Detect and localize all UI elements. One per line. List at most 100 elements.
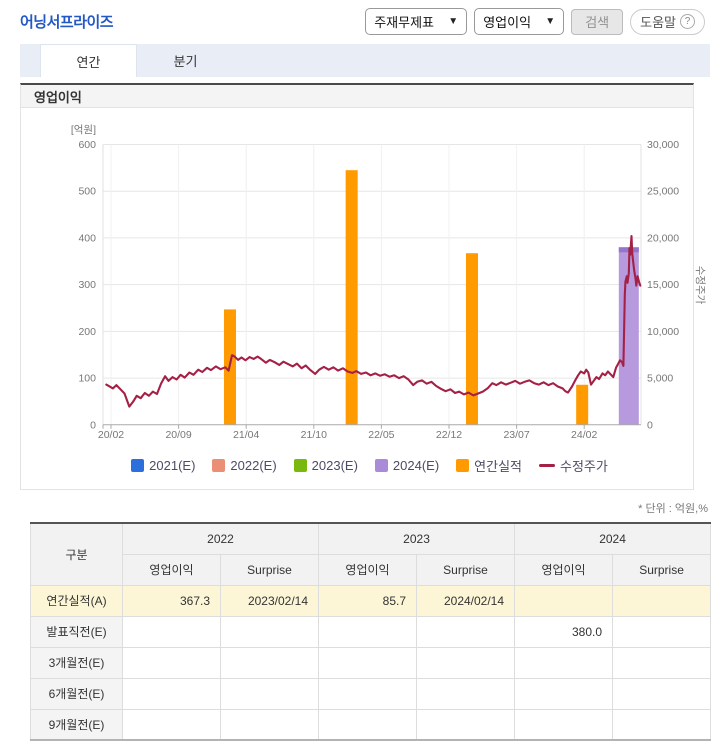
value-cell xyxy=(416,677,516,710)
value-cell xyxy=(514,646,614,679)
metric-header-cell: 영업이익 xyxy=(122,553,221,586)
value-cell xyxy=(318,708,418,741)
metric-header-cell: Surprise xyxy=(612,553,712,586)
value-cell xyxy=(122,708,221,741)
metric-select-value: 영업이익 xyxy=(483,15,532,30)
left-axis-tick-label: 400 xyxy=(78,232,96,244)
legend-item: 2022(E) xyxy=(212,458,277,473)
value-cell xyxy=(514,708,614,741)
tab-annual[interactable]: 연간 xyxy=(40,44,137,77)
help-button[interactable]: 도움말 ? xyxy=(630,8,705,35)
value-cell xyxy=(416,646,516,679)
value-cell xyxy=(514,584,614,617)
row-label-cell: 6개월전(E) xyxy=(30,677,123,710)
legend-item: 연간실적 xyxy=(456,456,522,475)
legend-item: 2024(E) xyxy=(374,458,440,473)
value-cell xyxy=(122,615,221,648)
x-tick-label: 24/02 xyxy=(571,429,597,441)
right-axis-title: 수정주가 xyxy=(694,266,706,305)
legend-item: 수정주가 xyxy=(539,456,608,475)
row-label-cell: 9개월전(E) xyxy=(30,708,123,741)
left-axis-unit-label: [억원] xyxy=(71,124,96,136)
legend-box-swatch xyxy=(212,459,226,472)
x-tick-label: 23/07 xyxy=(503,429,529,441)
value-cell: 2024/02/14 xyxy=(416,584,516,617)
value-cell xyxy=(612,646,712,679)
legend-line-swatch xyxy=(539,464,555,467)
legend-label: 연간실적 xyxy=(474,459,522,474)
value-cell xyxy=(122,646,221,679)
statement-type-select[interactable]: 주재무제표 ▼ xyxy=(365,8,468,35)
metric-header-cell: 영업이익 xyxy=(514,553,614,586)
metric-header-cell: Surprise xyxy=(416,553,516,586)
value-cell xyxy=(318,615,418,648)
legend-box-swatch xyxy=(374,459,388,472)
table-row: 연간실적(A) 367.3 2023/02/14 85.7 2024/02/14 xyxy=(30,584,712,617)
chevron-down-icon: ▼ xyxy=(545,16,556,27)
right-axis-tick-label: 5,000 xyxy=(647,373,673,385)
left-axis-tick-label: 600 xyxy=(78,139,96,151)
tab-strip: 연간 분기 xyxy=(20,44,710,77)
statement-type-value: 주재무제표 xyxy=(374,15,434,30)
legend-label: 2024(E) xyxy=(392,458,440,473)
year-header-cell: 2023 xyxy=(318,522,516,555)
legend-label: 2021(E) xyxy=(149,458,196,473)
right-axis-tick-label: 15,000 xyxy=(647,279,679,291)
right-axis-tick-label: 0 xyxy=(647,419,653,431)
value-cell xyxy=(318,677,418,710)
legend-label: 2022(E) xyxy=(230,458,277,473)
legend-label: 2023(E) xyxy=(311,458,358,473)
value-cell xyxy=(612,615,712,648)
chart-legend: 2021(E) 2022(E) 2023(E) 2024(E) 연간실적 수정주가 xyxy=(46,455,693,483)
legend-box-swatch xyxy=(456,459,470,472)
legend-box-swatch xyxy=(131,459,145,472)
value-cell: 380.0 xyxy=(514,615,614,648)
right-axis-tick-label: 30,000 xyxy=(647,139,679,151)
table-row: 3개월전(E) xyxy=(30,646,712,679)
right-axis-tick-label: 10,000 xyxy=(647,326,679,338)
legend-label: 수정주가 xyxy=(560,459,608,474)
metric-header-cell: 영업이익 xyxy=(318,553,418,586)
x-tick-label: 21/10 xyxy=(301,429,327,441)
chevron-down-icon: ▼ xyxy=(448,16,459,27)
earnings-table: 구분 2022 2023 2024 영업이익 Surprise 영업이익 Surprise 영업… xyxy=(30,522,712,741)
value-cell xyxy=(318,646,418,679)
legend-item: 2023(E) xyxy=(293,458,358,473)
search-button[interactable]: 검색 xyxy=(571,8,624,35)
value-cell: 2023/02/14 xyxy=(219,584,320,617)
value-cell: 85.7 xyxy=(318,584,418,617)
help-button-label: 도움말 xyxy=(640,15,676,30)
year-header-cell: 2022 xyxy=(121,522,320,555)
row-label-cell: 3개월전(E) xyxy=(30,646,123,679)
top-bar: 어닝서프라이즈 주재무제표 ▼ 영업이익 ▼ 검색 도움말 ? xyxy=(0,0,713,44)
value-cell xyxy=(612,584,712,617)
right-axis-tick-label: 25,000 xyxy=(647,186,679,198)
table-row: 9개월전(E) xyxy=(30,708,712,741)
metric-select[interactable]: 영업이익 ▼ xyxy=(474,8,565,35)
tab-quarterly[interactable]: 분기 xyxy=(137,44,234,77)
section-header: 영업이익 xyxy=(21,85,693,108)
value-cell xyxy=(219,677,320,710)
table-row: 발표직전(E) 380.0 xyxy=(30,615,712,648)
x-tick-label: 20/09 xyxy=(165,429,191,441)
question-mark-icon: ? xyxy=(680,14,695,29)
metric-header-cell: Surprise xyxy=(219,553,320,586)
chart-area: 20/02 20/09 21/04 21/10 22/05 22/12 23/07 24/02… xyxy=(21,108,706,489)
value-cell xyxy=(219,708,320,741)
x-tick-label: 21/04 xyxy=(233,429,259,441)
legend-box-swatch xyxy=(293,459,307,472)
operating-profit-section: 영업이익 20/02 20/09 21/04 21/10 22/05 22/12 23/07… xyxy=(20,83,706,490)
bar-연간실적 xyxy=(465,253,478,425)
legend-item: 2021(E) xyxy=(131,458,195,473)
bar-연간실적 xyxy=(576,384,589,425)
value-cell xyxy=(416,615,516,648)
row-label-cell: 연간실적(A) xyxy=(30,584,123,617)
value-cell xyxy=(219,615,320,648)
x-tick-label: 20/02 xyxy=(98,429,124,441)
left-axis-tick-label: 200 xyxy=(78,326,96,338)
row-label-cell: 발표직전(E) xyxy=(30,615,123,648)
value-cell xyxy=(612,708,712,741)
unit-note: * 단위 : 억원,% xyxy=(638,503,708,515)
corner-header-cell: 구분 xyxy=(30,522,123,586)
header-controls: 주재무제표 ▼ 영업이익 ▼ 검색 도움말 ? xyxy=(365,8,705,35)
